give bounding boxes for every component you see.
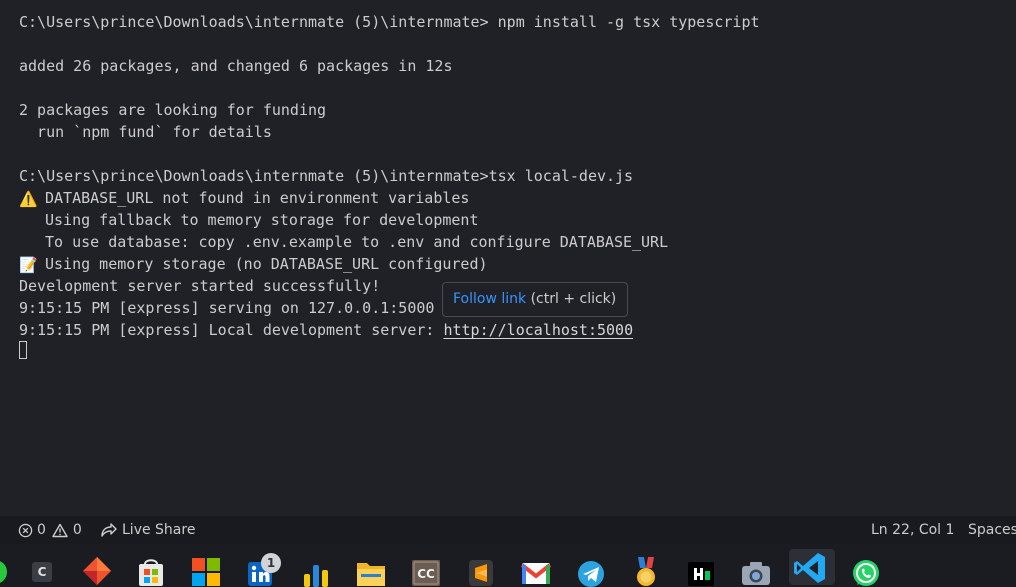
award-app-icon[interactable] [629, 554, 663, 587]
memo-icon: 📝 [19, 256, 38, 274]
terminal-cursor [19, 341, 27, 359]
warning-icon: ⚠️ [19, 190, 38, 208]
terminal-line-local-server: 9:15:15 PM [express] Local development s… [19, 319, 633, 341]
follow-link-tooltip: Follow link (ctrl + click) [442, 282, 628, 317]
terminal-line-npm-install: C:\Users\prince\Downloads\internmate (5)… [19, 13, 760, 31]
error-icon [18, 523, 33, 538]
terminal-line-fund-hint: run `npm fund` for details [19, 123, 272, 141]
terminal-panel[interactable]: C:\Users\prince\Downloads\internmate (5)… [0, 0, 1016, 516]
app-icon-c-letter: C [37, 565, 47, 579]
chart-app-icon[interactable] [299, 554, 333, 587]
microsoft-icon[interactable] [189, 554, 223, 587]
status-bar: 0 0 Live Share Ln 22, Col 1 Spaces: [0, 516, 1016, 544]
app-icon-diamond[interactable] [80, 554, 114, 587]
localhost-link[interactable]: http://localhost:5000 [443, 321, 633, 339]
cursor-position[interactable]: Ln 22, Col 1 [871, 516, 954, 544]
terminal-line-tsx-command: C:\Users\prince\Downloads\internmate (5)… [19, 167, 634, 185]
cc-app-label: CC [417, 567, 435, 581]
terminal-line-serving: 9:15:15 PM [express] serving on 127.0.0.… [19, 299, 435, 317]
memory-storage-text: Using memory storage (no DATABASE_URL co… [45, 255, 488, 273]
warning-count: 0 [72, 522, 82, 538]
live-share-label: Live Share [122, 522, 196, 538]
linkedin-notification-badge: 1 [261, 553, 281, 573]
app-icon-partial[interactable] [0, 554, 12, 587]
file-explorer-icon[interactable] [354, 554, 388, 587]
sublime-text-icon[interactable] [464, 554, 498, 587]
terminal-line-use-database: To use database: copy .env.example to .e… [45, 233, 669, 251]
error-count: 0 [37, 522, 46, 538]
terminal-line-fallback: Using fallback to memory storage for dev… [45, 211, 479, 229]
taskbar: C 1 CC [0, 544, 1016, 587]
terminal-line-added: added 26 packages, and changed 6 package… [19, 57, 453, 75]
terminal-app-icon[interactable] [684, 554, 718, 587]
cc-app-icon[interactable]: CC [409, 554, 443, 587]
vscode-icon[interactable] [789, 549, 835, 585]
indentation-setting[interactable]: Spaces: [968, 516, 1016, 544]
terminal-line-warning: ⚠️ DATABASE_URL not found in environment … [19, 187, 469, 209]
terminal-line-memory-storage: 📝 Using memory storage (no DATABASE_URL c… [19, 253, 488, 275]
terminal-line-funding: 2 packages are looking for funding [19, 101, 327, 119]
live-share-icon [100, 522, 118, 538]
whatsapp-icon[interactable] [849, 554, 883, 587]
terminal-line-started: Development server started successfully! [19, 277, 381, 295]
telegram-icon[interactable] [574, 554, 608, 587]
app-icon-c[interactable]: C [25, 554, 59, 587]
microsoft-store-icon[interactable] [134, 554, 168, 587]
gmail-icon[interactable] [519, 554, 553, 587]
problems-indicator[interactable]: 0 0 [18, 516, 82, 544]
camera-icon[interactable] [739, 554, 773, 587]
local-server-prefix: 9:15:15 PM [express] Local development s… [19, 321, 444, 339]
warning-text: DATABASE_URL not found in environment va… [45, 189, 470, 207]
live-share-button[interactable]: Live Share [100, 516, 195, 544]
follow-link-action[interactable]: Follow link [453, 291, 526, 307]
follow-link-hint: (ctrl + click) [526, 291, 617, 307]
warning-icon [52, 523, 68, 538]
